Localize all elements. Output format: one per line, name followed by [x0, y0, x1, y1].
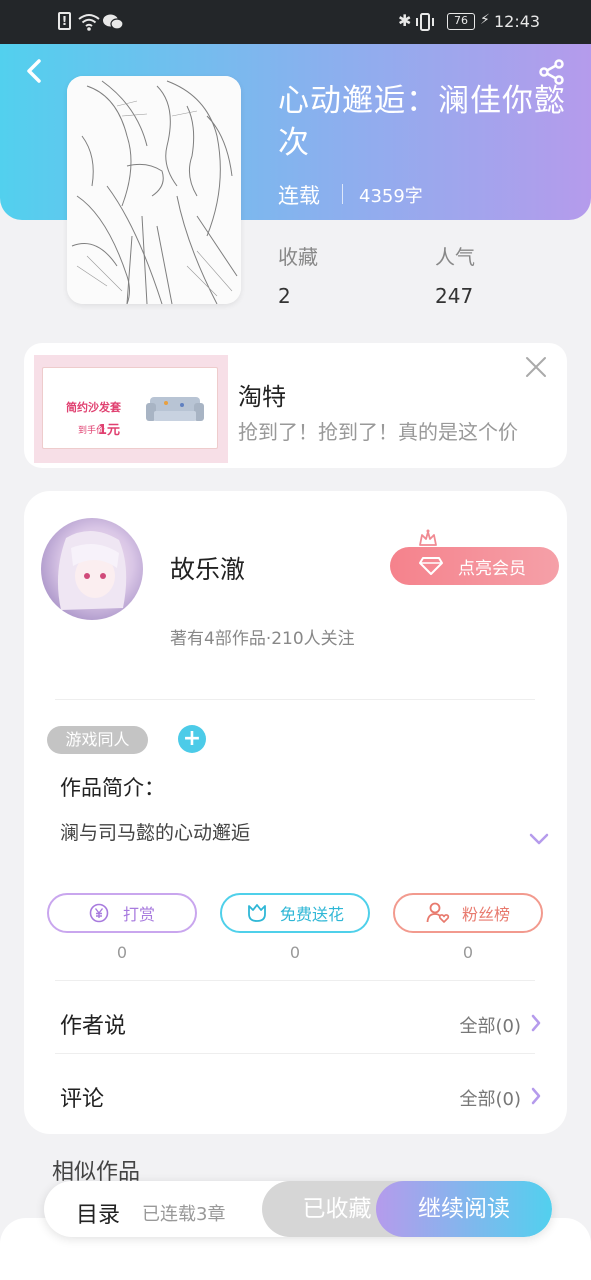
wechat-icon — [103, 14, 124, 30]
vibrate-icon — [416, 13, 434, 31]
send-flower-button[interactable]: 免费送花 — [220, 893, 370, 933]
chevron-right-icon — [531, 1087, 541, 1105]
word-count: 4359字 — [359, 186, 423, 207]
tip-button[interactable]: 打赏 — [47, 893, 197, 933]
status-divider — [342, 184, 343, 204]
status-bar: ! ✱ 76 ⚡ 12:43 — [0, 0, 591, 44]
author-says-row[interactable]: 作者说 全部(0) — [24, 985, 567, 1050]
comments-row[interactable]: 评论 全部(0) — [24, 1056, 567, 1126]
author-info: 著有4部作品·210人关注 — [170, 629, 355, 649]
ad-image-price: 1元 — [98, 423, 121, 438]
comments-label: 评论 — [60, 1087, 105, 1112]
ad-image-text: 简约沙发套 — [66, 401, 121, 414]
ad-description: 抢到了！抢到了！真的是这个价 — [238, 420, 518, 444]
chapter-count: 已连载3章 — [142, 1204, 226, 1225]
clock: 12:43 — [494, 12, 541, 31]
avatar-portrait-image — [57, 530, 127, 610]
vip-button[interactable]: 点亮会员 — [390, 547, 559, 585]
popularity-stat-label: 人气 — [435, 245, 475, 269]
diamond-icon — [419, 557, 443, 575]
sofa-icon — [146, 397, 204, 421]
crown-icon — [419, 529, 437, 546]
expand-chevron-down-icon[interactable] — [528, 832, 550, 846]
flower-count: 0 — [289, 943, 301, 962]
popularity-stat-value: 247 — [435, 284, 474, 308]
back-icon[interactable] — [24, 58, 44, 84]
battery-indicator: 76 — [447, 13, 475, 30]
comments-count: 全部(0) — [459, 1089, 522, 1110]
collect-stat-label: 收藏 — [278, 245, 318, 269]
divider — [55, 980, 535, 981]
continue-reading-button[interactable]: 继续阅读 — [376, 1181, 552, 1237]
book-title: 心动邂逅：澜佳你懿次 — [278, 83, 566, 161]
tag-game-fanfic[interactable]: 游戏同人 — [47, 726, 148, 754]
fan-count: 0 — [462, 943, 474, 962]
book-cover[interactable] — [67, 76, 241, 304]
user-heart-icon — [426, 902, 450, 923]
yen-coin-icon — [89, 903, 109, 923]
author-says-count: 全部(0) — [459, 1016, 522, 1037]
bluetooth-icon: ✱ — [398, 11, 412, 30]
intro-heading: 作品简介： — [60, 776, 165, 800]
divider — [55, 1053, 535, 1054]
catalog-button[interactable]: 目录 — [76, 1197, 120, 1229]
cover-sketch-image — [67, 76, 241, 304]
divider — [55, 699, 535, 700]
bottom-action-bar: 目录 已连载3章 已收藏 继续阅读 — [44, 1181, 552, 1237]
sim-alert-icon: ! — [58, 12, 71, 30]
send-flower-label: 免费送花 — [279, 905, 344, 924]
fan-ranking-label: 粉丝榜 — [461, 905, 510, 924]
author-name[interactable]: 故乐澈 — [170, 550, 245, 586]
fan-ranking-button[interactable]: 粉丝榜 — [393, 893, 543, 933]
vip-button-label: 点亮会员 — [458, 558, 526, 579]
ad-image[interactable]: 简约沙发套 到手价 1元 — [34, 355, 228, 463]
charging-icon: ⚡ — [480, 12, 490, 28]
tip-label: 打赏 — [122, 905, 155, 924]
avatar[interactable] — [41, 518, 143, 620]
book-status: 连载 — [278, 184, 320, 208]
ad-title: 淘特 — [238, 383, 286, 411]
intro-text: 澜与司马懿的心动邂逅 — [60, 822, 251, 844]
wifi-icon — [78, 14, 100, 31]
tip-count: 0 — [116, 943, 128, 962]
chevron-right-icon — [531, 1014, 541, 1032]
collect-stat-value: 2 — [278, 284, 291, 308]
author-says-label: 作者说 — [60, 1014, 127, 1039]
add-tag-button[interactable]: + — [178, 725, 206, 753]
close-ad-icon[interactable] — [525, 356, 547, 378]
flower-icon — [248, 904, 266, 922]
